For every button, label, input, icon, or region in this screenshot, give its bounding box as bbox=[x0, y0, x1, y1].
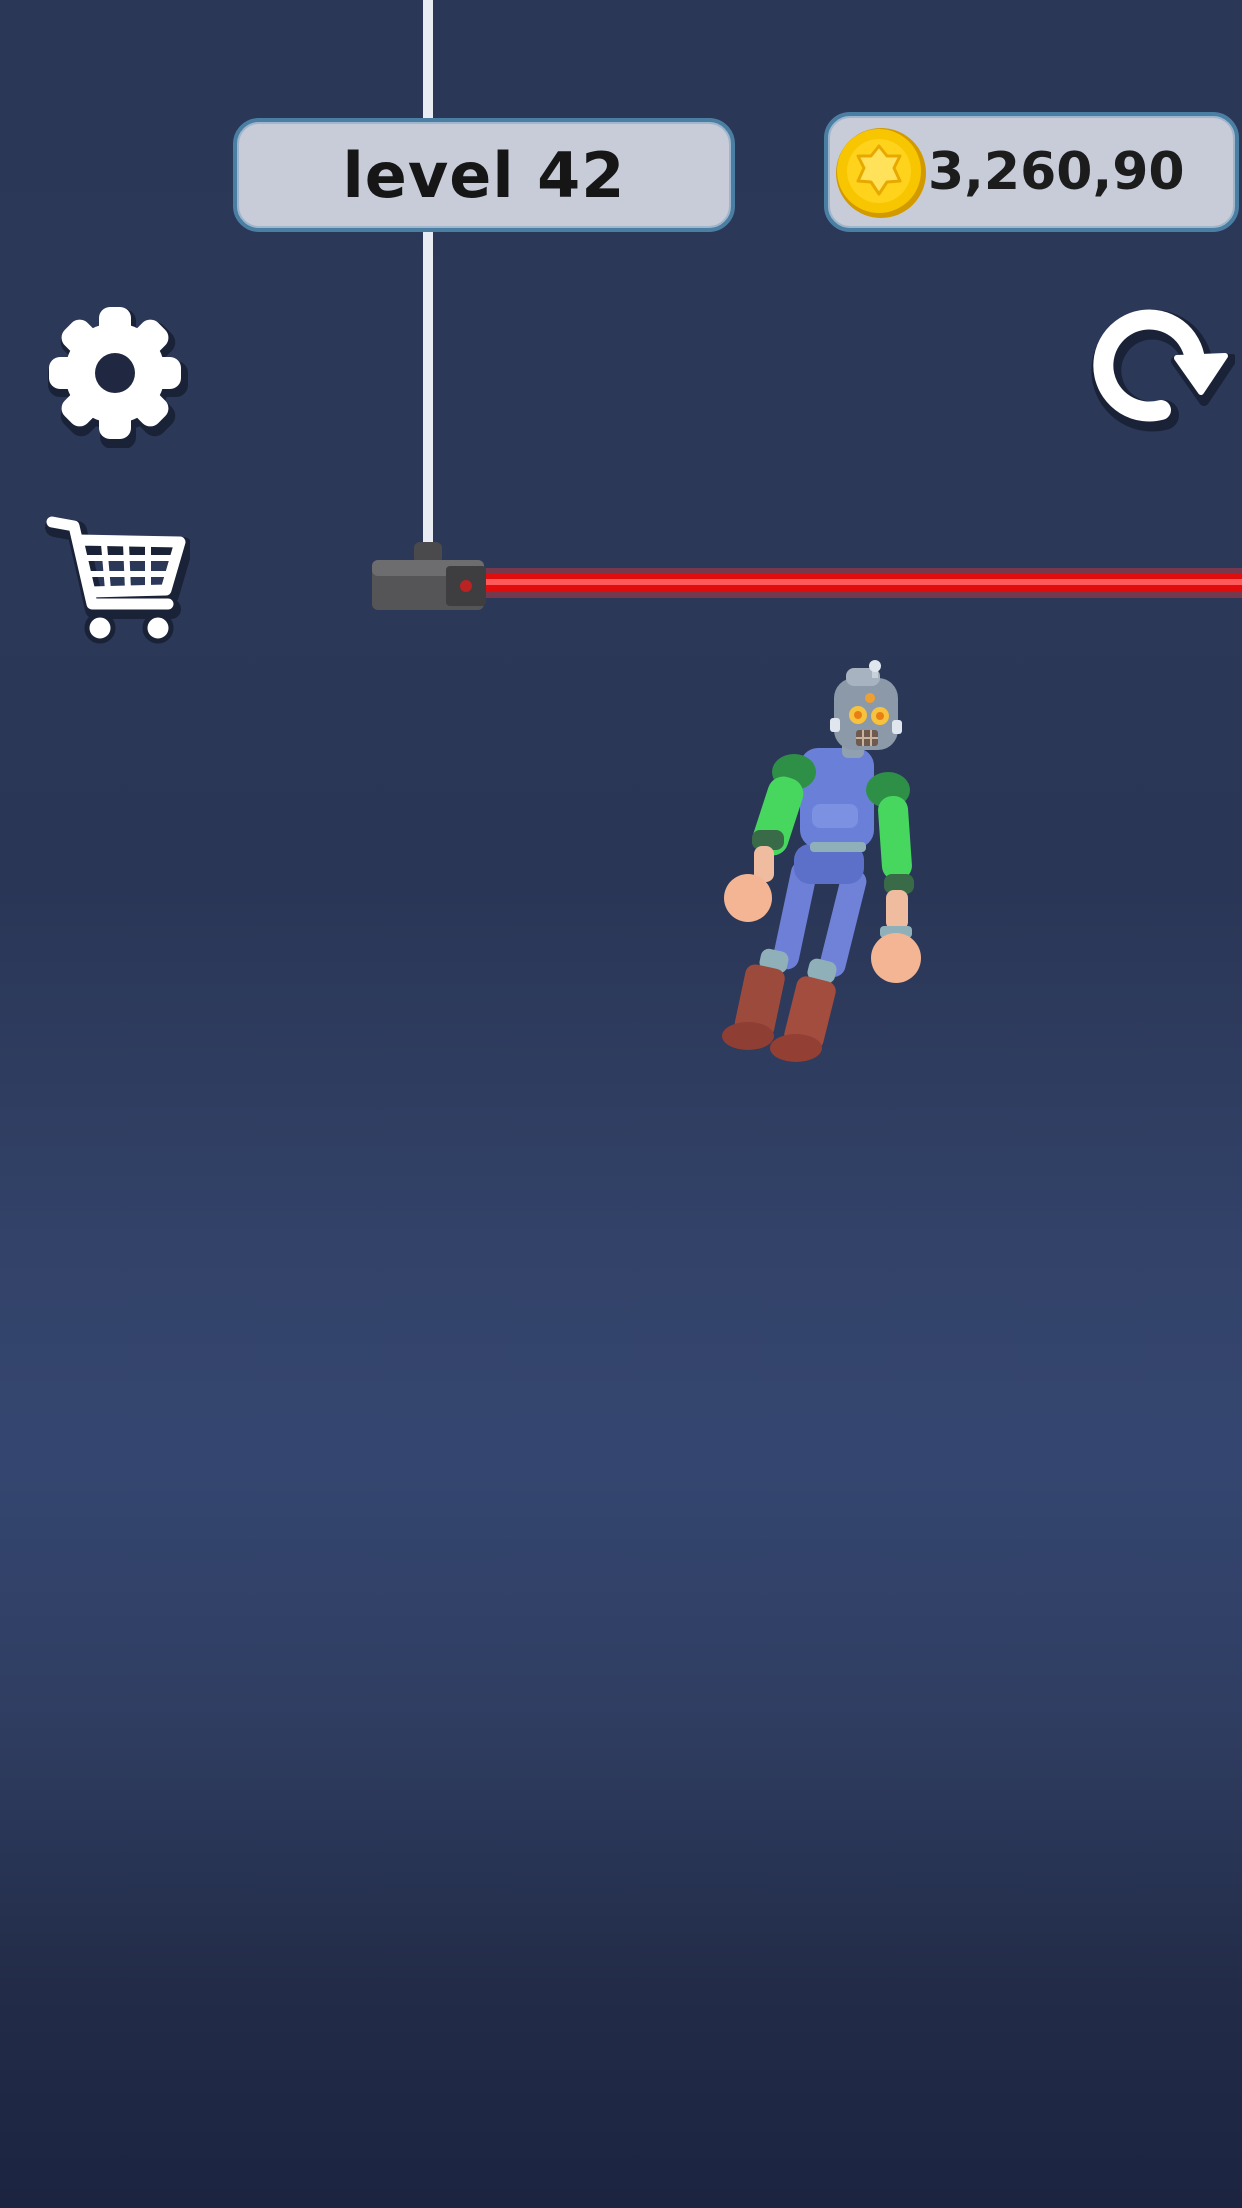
level-indicator: level 42 bbox=[233, 118, 735, 232]
restart-button[interactable] bbox=[1085, 298, 1237, 438]
laser-beam bbox=[480, 568, 1242, 598]
gear-icon bbox=[48, 307, 188, 449]
restart-arrow-icon bbox=[1091, 309, 1237, 432]
shop-button[interactable] bbox=[40, 504, 193, 654]
coin-counter: 3,260,90 bbox=[824, 112, 1239, 232]
coin-balance: 3,260,90 bbox=[928, 142, 1185, 202]
settings-button[interactable] bbox=[40, 298, 190, 449]
level-label: level 42 bbox=[342, 138, 626, 212]
rope bbox=[423, 0, 433, 548]
gold-coin-icon bbox=[834, 126, 928, 220]
shopping-cart-icon bbox=[45, 516, 193, 644]
robot-ragdoll bbox=[722, 660, 921, 1062]
laser-emitter bbox=[372, 542, 486, 610]
